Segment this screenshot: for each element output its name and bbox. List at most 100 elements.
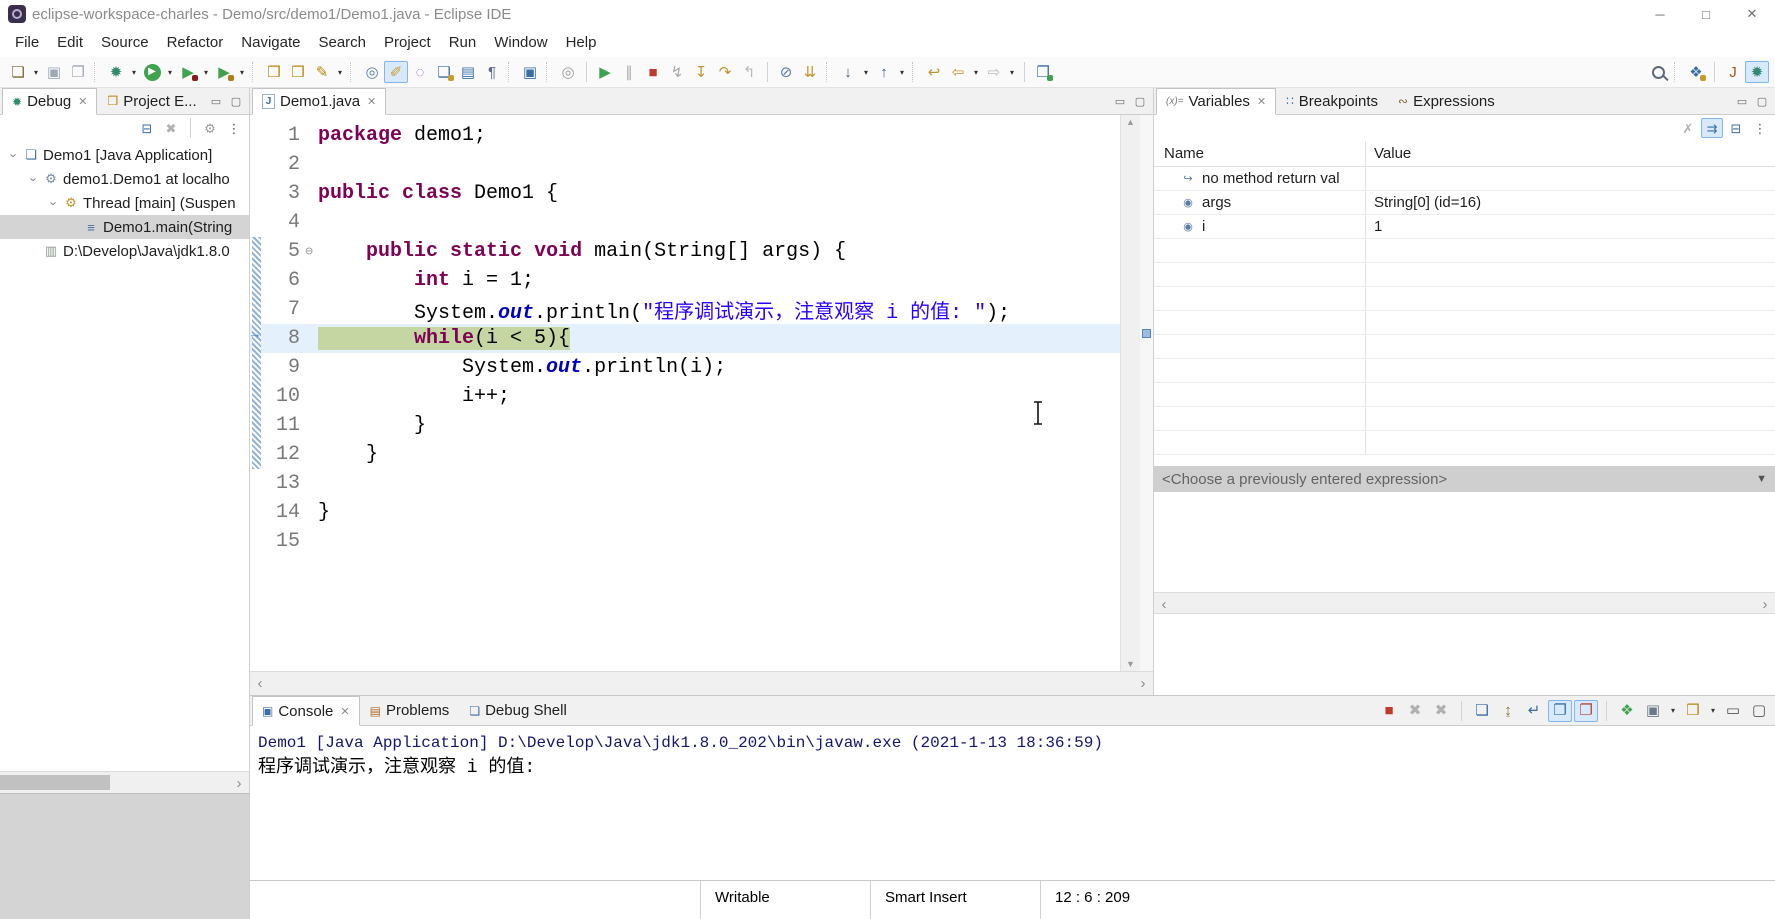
maximize-view-icon[interactable]: ▢ [1753,92,1771,110]
code-line[interactable]: 1package demo1; [250,121,1120,150]
view-menu-button[interactable]: ⋮ [1749,118,1771,138]
java-perspective-button[interactable]: J [1721,61,1745,83]
tab-expressions[interactable]: ∾ Expressions [1388,88,1505,114]
variables-horizontal-scrollbar[interactable]: ‹ › [1154,592,1775,614]
debug-tree-item[interactable]: ›▥D:\Develop\Java\jdk1.8.0 [0,239,249,263]
dropdown-caret-icon[interactable]: ▾ [1667,706,1679,715]
close-icon[interactable]: ✕ [1257,95,1266,108]
scroll-right-icon[interactable]: › [229,772,249,794]
debug-tree-item[interactable]: ›❏Demo1 [Java Application] [0,143,249,167]
scroll-down-icon[interactable]: ▼ [1126,659,1135,669]
code-line[interactable]: 3public class Demo1 { [250,179,1120,208]
minimize-view-button[interactable]: ▭ [1721,700,1745,722]
dropdown-caret-icon[interactable]: ▾ [30,68,42,77]
menu-file[interactable]: File [6,30,48,55]
menu-help[interactable]: Help [557,30,606,55]
last-edit-button[interactable]: ↩ [922,61,946,83]
variable-row[interactable]: ◉argsString[0] (id=16) [1154,191,1775,215]
dropdown-caret-icon[interactable]: ▾ [200,68,212,77]
debug-tree-item[interactable]: ›≡Demo1.main(String [0,215,249,239]
debug-options-button[interactable]: ⚙ [199,118,221,138]
coverage-button[interactable]: ▶ [176,61,200,83]
code-content[interactable]: → 1package demo1;23public class Demo1 {4… [250,115,1120,671]
editor-vertical-scrollbar[interactable]: ▲ ▼ [1120,115,1140,671]
dropdown-caret-icon[interactable]: ▾ [128,68,140,77]
back-button[interactable]: ⇦ [946,61,970,83]
tab-problems[interactable]: ▤ Problems [360,696,460,725]
code-line[interactable]: 2 [250,150,1120,179]
chevron-expanded-icon[interactable]: › [7,147,22,163]
forward-button[interactable]: ⇨ [982,61,1006,83]
menu-navigate[interactable]: Navigate [232,30,309,55]
column-header-value[interactable]: Value [1366,145,1775,162]
tab-debug-shell[interactable]: ❏ Debug Shell [459,696,577,725]
tab-debug[interactable]: ✹ Debug ✕ [2,88,97,115]
menu-search[interactable]: Search [309,30,375,55]
pin-console-button[interactable]: ❖ [1615,700,1639,722]
chevron-expanded-icon[interactable]: › [47,195,62,211]
collapse-all-button[interactable]: ⊟ [1725,118,1747,138]
fold-collapse-icon[interactable]: ⊖ [300,244,318,259]
task-list-button[interactable]: ▤ [456,61,480,83]
close-icon[interactable]: ✕ [78,95,87,108]
terminate-button[interactable]: ■ [1377,700,1401,722]
step-return-button[interactable]: ↰ [737,61,761,83]
column-header-name[interactable]: Name [1154,141,1366,166]
variable-row[interactable]: ◉i1 [1154,215,1775,239]
tab-project-explorer[interactable]: ❒ Project E... [97,88,206,114]
debug-tree-item[interactable]: ›⚙Thread [main] (Suspen [0,191,249,215]
maximize-button[interactable]: □ [1683,0,1729,28]
skip-breakpoints-button[interactable]: ⊘ [774,61,798,83]
debug-perspective-button[interactable]: ✹ [1745,61,1769,83]
dropdown-caret-icon[interactable]: ▾ [1006,68,1018,77]
code-line[interactable]: 6 int i = 1; [250,266,1120,295]
dropdown-caret-icon[interactable]: ▾ [970,68,982,77]
menu-window[interactable]: Window [485,30,556,55]
tab-breakpoints[interactable]: ∷ Breakpoints [1276,88,1388,114]
save-button[interactable]: ▣ [42,61,66,83]
next-annotation-button[interactable]: ↓ [836,61,860,83]
code-line[interactable]: 10 i++; [250,382,1120,411]
remove-terminated-button[interactable]: ✖ [160,118,182,138]
maximize-view-icon[interactable]: ▢ [1131,92,1149,110]
dropdown-caret-icon[interactable]: ▾ [164,68,176,77]
code-line[interactable]: 14} [250,498,1120,527]
show-stderr-button[interactable]: ❐ [1574,700,1598,722]
disconnect-button[interactable]: ↯ [665,61,689,83]
close-button[interactable]: ✕ [1729,0,1775,28]
remove-all-terminated-button[interactable]: ✖ [1429,700,1453,722]
search-button[interactable] [1646,61,1670,83]
overview-ruler[interactable] [1140,115,1153,671]
resume-button[interactable]: ▶ [593,61,617,83]
show-stdout-button[interactable]: ❐ [1548,700,1572,722]
variable-detail-pane[interactable] [1154,492,1775,592]
tab-console[interactable]: ▣ Console ✕ [252,696,360,726]
dropdown-caret-icon[interactable]: ▾ [860,68,872,77]
menu-source[interactable]: Source [92,30,158,55]
new-interface-button[interactable]: ◌ [408,61,432,83]
chevron-down-icon[interactable]: ▼ [1756,473,1767,485]
code-line[interactable]: 7 System.out.println("程序调试演示，注意观察 i 的值: … [250,295,1120,324]
display-console-button[interactable]: ▣ [1641,700,1665,722]
minimize-view-icon[interactable]: ▭ [1733,92,1751,110]
pin-editor-button[interactable]: ❐ [1031,61,1055,83]
open-perspective-button[interactable]: ❖ [1684,61,1708,83]
dropdown-caret-icon[interactable]: ▾ [1707,706,1719,715]
console-output-area[interactable]: Demo1 [Java Application] D:\Develop\Java… [250,726,1775,880]
scrollbar-thumb[interactable] [0,775,110,790]
debug-button[interactable]: ✹ [104,61,128,83]
code-line[interactable]: 4 [250,208,1120,237]
dropdown-caret-icon[interactable]: ▾ [334,68,346,77]
show-whitespace-button[interactable]: ¶ [480,61,504,83]
show-type-names-button[interactable]: ✗ [1677,118,1699,138]
java-editor[interactable]: → 1package demo1;23public class Demo1 {4… [250,115,1153,671]
terminate-button[interactable]: ■ [641,61,665,83]
open-type-button[interactable]: ❒ [262,61,286,83]
external-tools-button[interactable]: ▶ [212,61,236,83]
minimize-view-icon[interactable]: ▭ [1111,92,1129,110]
step-over-button[interactable]: ↷ [713,61,737,83]
scroll-up-icon[interactable]: ▲ [1126,117,1135,127]
pause-button[interactable]: ∥ [617,61,641,83]
remove-launch-button[interactable]: ✖ [1403,700,1427,722]
variable-row[interactable]: ↪no method return val [1154,167,1775,191]
